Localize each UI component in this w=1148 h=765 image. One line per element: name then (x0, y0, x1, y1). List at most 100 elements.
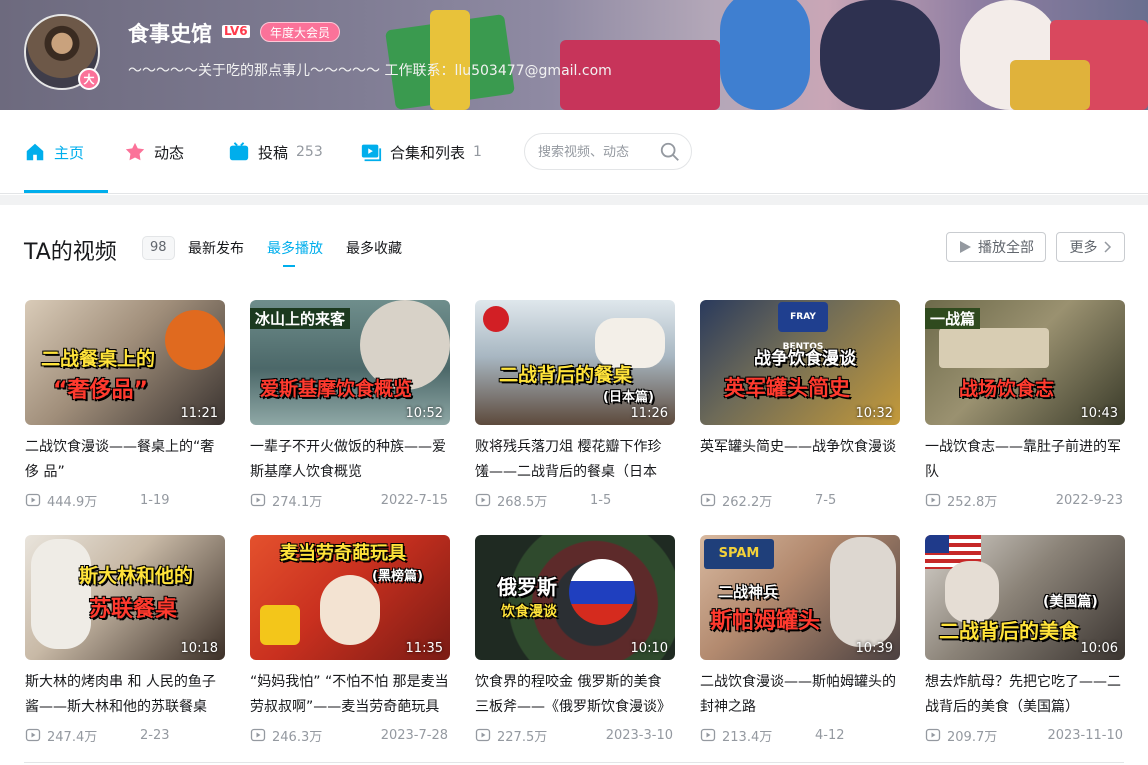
profile-banner: 大 食事史馆 LV6 年度大会员 ～～～～～关于吃的那点事儿～～～～～ 工作联系… (0, 0, 1148, 110)
view-count: 213.4万 (722, 729, 773, 745)
search-input[interactable] (538, 142, 656, 162)
search-box[interactable] (524, 133, 692, 170)
video-card[interactable]: SPAM 二战神兵 斯帕姆罐头 10:39 二战饮食漫谈——斯帕姆罐头的封神之路… (700, 535, 900, 745)
video-meta: 213.4万 4-12 (700, 725, 900, 745)
thumb-art (483, 306, 509, 332)
tab-collections-count: 1 (473, 144, 482, 160)
video-title[interactable]: 英军罐头简史——战争饮食漫谈 (700, 435, 900, 485)
sort-latest[interactable]: 最新发布 (188, 238, 244, 258)
tab-posts-label: 投稿 (258, 143, 289, 162)
more-button[interactable]: 更多 (1056, 232, 1125, 262)
video-thumbnail[interactable]: 二战背后的餐桌 (日本篇) 11:26 (475, 300, 675, 425)
thumb-art (320, 575, 380, 645)
sort-most-favorited[interactable]: 最多收藏 (346, 238, 402, 258)
thumb-caption: 二战餐桌上的 (41, 348, 156, 370)
publish-date: 1-5 (590, 492, 612, 508)
tab-posts[interactable]: 投稿 253 (228, 140, 323, 164)
video-thumbnail[interactable]: 一战篇 战场饮食志 10:43 (925, 300, 1125, 425)
thumb-caption: 二战背后的餐桌 (499, 364, 633, 386)
video-title[interactable]: 二战饮食漫谈——餐桌上的“奢 侈 品” (25, 435, 225, 485)
video-thumbnail[interactable]: 麦当劳奇葩玩具 (黑榜篇) 11:35 (250, 535, 450, 660)
video-card[interactable]: 二战餐桌上的 “奢侈品” 11:21 二战饮食漫谈——餐桌上的“奢 侈 品” 4… (25, 300, 225, 510)
thumb-art (939, 328, 1049, 368)
publish-date: 1-19 (140, 492, 170, 508)
video-title[interactable]: 二战饮食漫谈——斯帕姆罐头的封神之路 (700, 670, 900, 720)
video-title[interactable]: “妈妈我怕” “不怕不怕 那是麦当劳叔叔啊”——麦当劳奇葩玩具（黑榜篇） (250, 670, 450, 720)
video-title[interactable]: 一战饮食志——靠肚子前进的军队 (925, 435, 1125, 485)
play-count-icon (700, 493, 716, 507)
video-duration: 10:10 (630, 641, 668, 656)
video-duration: 10:43 (1080, 406, 1118, 421)
thumb-art: FRAY BENTOS (778, 302, 828, 352)
avatar[interactable]: 大 (24, 14, 100, 90)
video-thumbnail[interactable]: 俄罗斯 饮食漫谈 10:10 (475, 535, 675, 660)
video-title[interactable]: 斯大林的烤肉串 和 人民的鱼子酱——斯大林和他的苏联餐桌 (25, 670, 225, 720)
video-meta: 247.4万 2-23 (25, 725, 225, 745)
home-icon (26, 143, 44, 161)
signature: ～～～～～关于吃的那点事儿～～～～～ 工作联系：llu503477@gmail.… (128, 63, 612, 79)
chevron-right-icon (1103, 241, 1111, 253)
video-thumbnail[interactable]: SPAM 二战神兵 斯帕姆罐头 10:39 (700, 535, 900, 660)
thumb-caption: 战场饮食志 (959, 378, 1055, 400)
video-thumbnail[interactable]: 二战餐桌上的 “奢侈品” 11:21 (25, 300, 225, 425)
view-count: 209.7万 (947, 729, 998, 745)
tab-home[interactable]: 主页 (24, 140, 84, 164)
tab-collections[interactable]: 合集和列表 1 (360, 140, 482, 164)
view-count: 274.1万 (272, 494, 323, 510)
video-card[interactable]: 斯大林和他的 苏联餐桌 10:18 斯大林的烤肉串 和 人民的鱼子酱——斯大林和… (25, 535, 225, 745)
view-count: 252.8万 (947, 494, 998, 510)
video-posts-icon (229, 142, 249, 161)
video-title[interactable]: 想去炸航母？先把它吃了——二战背后的美食（美国篇） (925, 670, 1125, 720)
video-title[interactable]: 一辈子不开火做饭的种族——爱斯基摩人饮食概览 (250, 435, 450, 485)
play-count-icon (700, 728, 716, 742)
level-badge: LV6 (222, 24, 250, 38)
view-count: 268.5万 (497, 494, 548, 510)
video-card[interactable]: 一战篇 战场饮食志 10:43 一战饮食志——靠肚子前进的军队 252.8万 2… (925, 300, 1125, 510)
thumb-tag: 一战篇 (925, 308, 981, 329)
view-count: 262.2万 (722, 494, 773, 510)
play-icon (960, 241, 971, 253)
section-title: TA的视频 (24, 240, 117, 265)
active-tab-indicator (24, 190, 108, 193)
video-duration: 10:18 (180, 641, 218, 656)
banner-gift-art (1010, 60, 1090, 110)
tab-dynamic[interactable]: 动态 (124, 140, 184, 164)
play-all-button[interactable]: 播放全部 (946, 232, 1046, 262)
video-card[interactable]: 麦当劳奇葩玩具 (黑榜篇) 11:35 “妈妈我怕” “不怕不怕 那是麦当劳叔叔… (250, 535, 450, 745)
thumb-caption: 斯大林和他的 (79, 565, 194, 587)
video-thumbnail[interactable]: 斯大林和他的 苏联餐桌 10:18 (25, 535, 225, 660)
publish-date: 2023-7-28 (380, 727, 448, 743)
search-icon[interactable] (659, 141, 681, 163)
publish-date: 7-5 (815, 492, 837, 508)
thumb-art (945, 561, 999, 623)
video-card[interactable]: 冰山上的来客 爱斯基摩饮食概览 10:52 一辈子不开火做饭的种族——爱斯基摩人… (250, 300, 450, 510)
thumb-caption: (日本篇) (603, 390, 654, 405)
thumb-caption: 爱斯基摩饮食概览 (260, 378, 413, 400)
thumb-caption: (黑榜篇) (372, 569, 423, 584)
video-card[interactable]: 二战背后的餐桌 (日本篇) 11:26 败将残兵落刀俎 樱花瓣下作珍馐——二战背… (475, 300, 675, 510)
video-title[interactable]: 饮食界的程咬金 俄罗斯的美食三板斧——《俄罗斯饮食漫谈》 (475, 670, 675, 720)
publish-date: 2023-11-10 (1047, 727, 1123, 743)
video-thumbnail[interactable]: FRAY BENTOS 战争饮食漫谈 英军罐头简史 10:32 (700, 300, 900, 425)
video-card[interactable]: FRAY BENTOS 战争饮食漫谈 英军罐头简史 10:32 英军罐头简史——… (700, 300, 900, 510)
username[interactable]: 食事史馆 (128, 18, 212, 48)
video-thumbnail[interactable]: 冰山上的来客 爱斯基摩饮食概览 10:52 (250, 300, 450, 425)
tab-dynamic-label: 动态 (154, 143, 185, 162)
video-duration: 11:21 (180, 406, 218, 421)
publish-date: 4-12 (815, 727, 845, 743)
collection-icon (361, 144, 382, 162)
video-thumbnail[interactable]: (美国篇) 二战背后的美食 10:06 (925, 535, 1125, 660)
sort-most-played[interactable]: 最多播放 (267, 238, 323, 258)
video-title[interactable]: 败将残兵落刀俎 樱花瓣下作珍馐——二战背后的餐桌（日本篇） (475, 435, 675, 485)
thumb-art (31, 539, 91, 649)
thumb-caption: 苏联餐桌 (89, 597, 178, 622)
vip-label[interactable]: 年度大会员 (260, 22, 341, 42)
tab-posts-count: 253 (296, 144, 323, 160)
play-count-icon (25, 493, 41, 507)
video-card[interactable]: 俄罗斯 饮食漫谈 10:10 饮食界的程咬金 俄罗斯的美食三板斧——《俄罗斯饮食… (475, 535, 675, 745)
thumb-caption: 二战背后的美食 (939, 619, 1079, 643)
video-card[interactable]: (美国篇) 二战背后的美食 10:06 想去炸航母？先把它吃了——二战背后的美食… (925, 535, 1125, 745)
banner-gift-art (820, 0, 940, 110)
thumb-tag: 冰山上的来客 (250, 308, 351, 329)
view-count: 247.4万 (47, 729, 98, 745)
